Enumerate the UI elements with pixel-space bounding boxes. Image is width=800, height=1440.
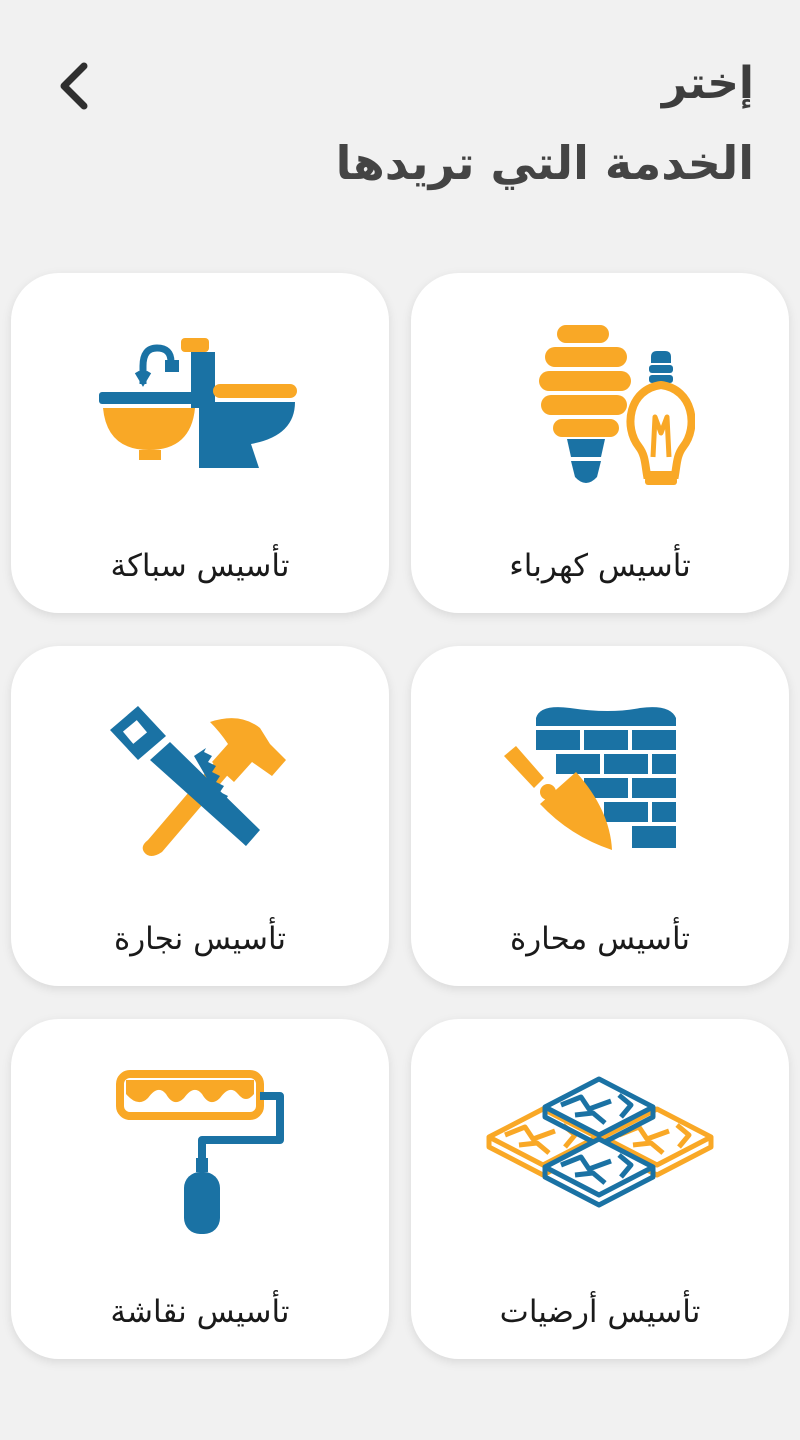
service-card-electricity[interactable]: تأسيس كهرباء xyxy=(411,273,789,613)
trowel-bricks-icon xyxy=(504,707,676,850)
service-card-plaster[interactable]: تأسيس محارة xyxy=(411,646,789,986)
service-card-flooring[interactable]: تأسيس أرضيات xyxy=(411,1019,789,1359)
service-label: تأسيس سباكة xyxy=(110,548,290,584)
header: إختر الخدمة التي تريدها xyxy=(0,0,800,240)
service-card-carpentry[interactable]: تأسيس نجارة xyxy=(11,646,389,986)
chevron-left-icon xyxy=(60,62,88,110)
back-button[interactable] xyxy=(48,56,100,116)
service-card-painting[interactable]: تأسيس نقاشة xyxy=(11,1019,389,1359)
page-title-line1: إختر xyxy=(661,58,754,109)
service-label: تأسيس محارة xyxy=(509,921,691,957)
service-card-plumbing[interactable]: تأسيس سباكة xyxy=(11,273,389,613)
floor-tiles-icon xyxy=(486,1076,714,1208)
saw-hammer-icon xyxy=(110,706,286,856)
light-bulbs-icon xyxy=(539,325,695,485)
service-label: تأسيس نجارة xyxy=(113,921,287,957)
service-label: تأسيس كهرباء xyxy=(509,548,691,584)
sink-toilet-icon xyxy=(99,338,297,468)
service-label: تأسيس أرضيات xyxy=(499,1294,701,1330)
page-title-line2: الخدمة التي تريدها xyxy=(335,136,754,190)
paint-roller-icon xyxy=(116,1070,284,1234)
service-label: تأسيس نقاشة xyxy=(110,1294,290,1330)
